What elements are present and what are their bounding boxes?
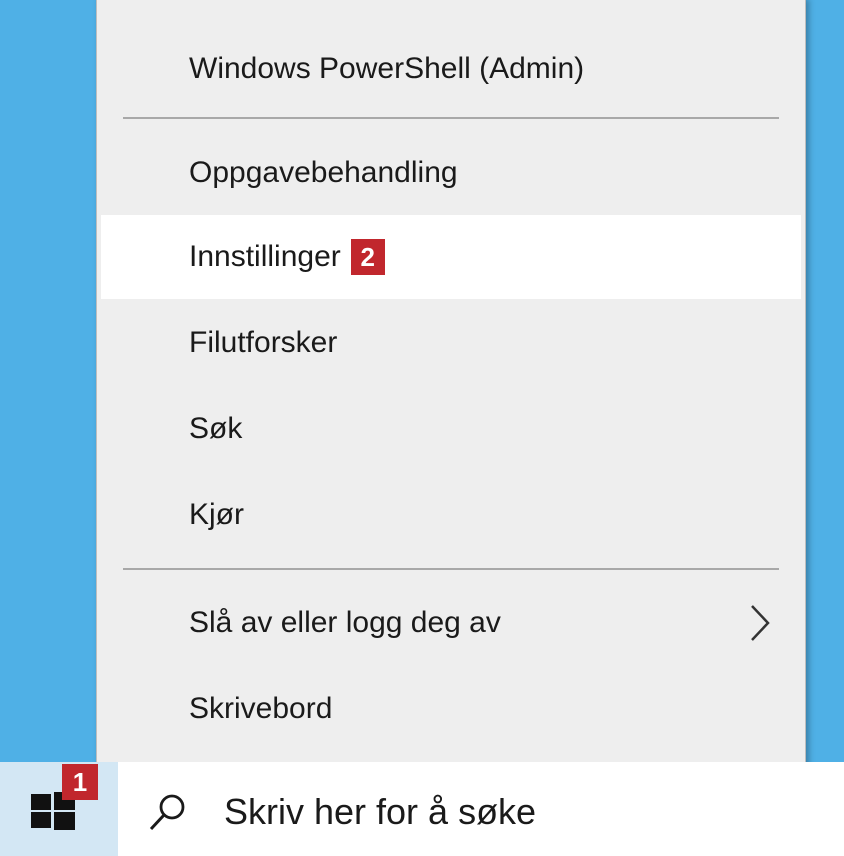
step-badge: 2 bbox=[350, 239, 385, 275]
menu-item-label: Søk bbox=[189, 412, 243, 445]
menu-item-label: Skrivebord bbox=[189, 692, 333, 725]
menu-item-label: Kjør bbox=[189, 498, 244, 531]
menu-item-powershell-admin[interactable]: Windows PowerShell (Admin) bbox=[101, 27, 801, 111]
menu-item-label: Oppgavebehandling bbox=[189, 156, 458, 189]
menu-item-task-manager[interactable]: Oppgavebehandling bbox=[101, 131, 801, 215]
menu-item-settings[interactable]: Innstillinger 2 bbox=[101, 215, 801, 299]
menu-item-file-explorer[interactable]: Filutforsker bbox=[101, 301, 801, 385]
menu-item-label: Innstillinger bbox=[189, 240, 341, 273]
menu-item-desktop[interactable]: Skrivebord bbox=[101, 667, 801, 751]
menu-item-shutdown-signout[interactable]: Slå av eller logg deg av bbox=[101, 581, 801, 665]
menu-item-label: Filutforsker bbox=[189, 326, 338, 359]
menu-item-run[interactable]: Kjør bbox=[101, 473, 801, 557]
menu-separator bbox=[123, 568, 779, 570]
menu-item-label: Slå av eller logg deg av bbox=[189, 606, 501, 639]
search-box[interactable]: Skriv her for å søke bbox=[118, 762, 844, 856]
search-placeholder: Skriv her for å søke bbox=[224, 791, 537, 832]
step-badge: 1 bbox=[62, 764, 98, 800]
menu-separator bbox=[123, 117, 779, 119]
menu-item-search[interactable]: Søk bbox=[101, 387, 801, 471]
start-button[interactable]: 1 bbox=[0, 762, 118, 856]
menu-item-label: Windows PowerShell (Admin) bbox=[189, 52, 585, 85]
search-icon bbox=[149, 794, 185, 831]
chevron-right-icon bbox=[751, 605, 770, 641]
start-context-menu: Windows PowerShell (Admin) Oppgavebehand… bbox=[96, 0, 806, 774]
taskbar: 1 Skriv her for å søke bbox=[0, 762, 844, 856]
